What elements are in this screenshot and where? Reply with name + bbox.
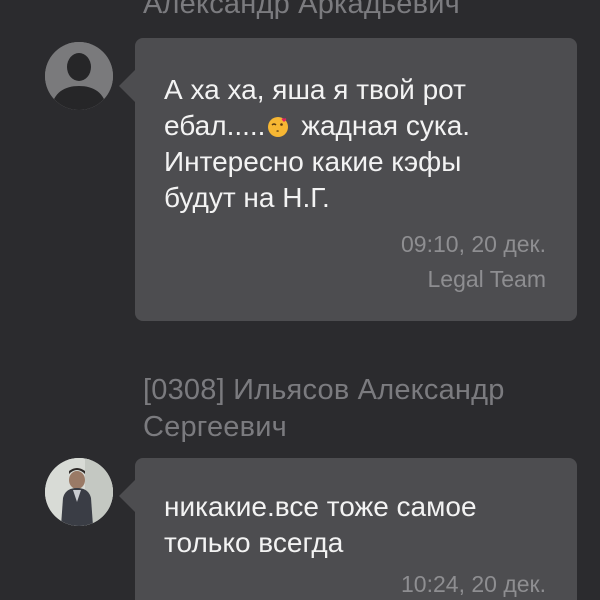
kissing-heart-emoji-icon	[267, 111, 289, 137]
message-timestamp: 09:10, 20 дек.	[401, 231, 546, 257]
message-text: никакие.все тоже самое только всегда	[164, 491, 477, 558]
user-photo-avatar-icon[interactable]	[45, 458, 113, 526]
user-avatar-icon[interactable]	[45, 42, 113, 110]
message-team-label: Legal Team	[427, 266, 547, 292]
message-bubble[interactable]: никакие.все тоже самое только всегда 10:…	[119, 458, 577, 600]
sender-name: Александр Аркадьевич	[143, 0, 460, 20]
message-text: А ха ха, яша я твой рот ебал..... жадная…	[164, 74, 471, 213]
sender-name: [0308] Ильясов Александр Сергеевич	[143, 374, 505, 443]
message-bubble[interactable]: А ха ха, яша я твой рот ебал..... жадная…	[119, 38, 577, 321]
chat-screen: Александр Аркадьевич А ха ха, яша я твой…	[0, 0, 600, 600]
user-photo-icon	[45, 458, 113, 526]
message-timestamp: 10:24, 20 дек.	[401, 571, 546, 597]
bubble-tail	[119, 480, 135, 512]
person-silhouette-icon	[45, 42, 113, 110]
bubble-tail	[119, 70, 135, 102]
